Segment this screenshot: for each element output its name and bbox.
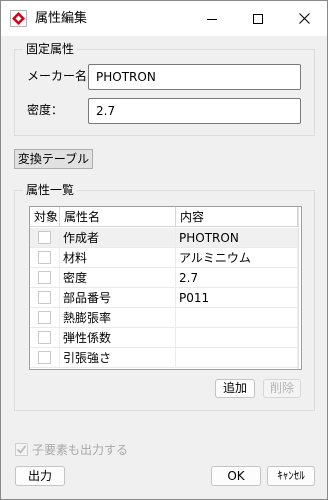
row-attribute-value[interactable]: PHOTRON bbox=[176, 228, 298, 248]
row-attribute-value[interactable] bbox=[176, 328, 298, 348]
minimize-icon bbox=[207, 18, 217, 20]
maximize-icon bbox=[253, 13, 263, 24]
row-checkbox[interactable] bbox=[38, 351, 51, 364]
row-attribute-name: 部品番号 bbox=[60, 288, 176, 308]
maker-name-field[interactable]: PHOTRON bbox=[88, 64, 301, 90]
row-attribute-value[interactable]: アルミニウム bbox=[176, 248, 298, 268]
convert-table-button[interactable]: 変換テーブル bbox=[14, 149, 93, 169]
row-attribute-name: 材料 bbox=[60, 248, 176, 268]
close-icon bbox=[298, 13, 310, 24]
row-attribute-value[interactable] bbox=[176, 308, 298, 328]
row-checkbox[interactable] bbox=[38, 291, 51, 304]
table-row[interactable]: 材料 アルミニウム bbox=[30, 248, 301, 268]
attribute-edit-dialog: 属性編集 固定属性 メーカー名： PHOTRON 密度： 2.7 変換テーブル … bbox=[0, 0, 328, 500]
row-attribute-name: 熱膨張率 bbox=[60, 308, 176, 328]
column-header-target[interactable]: 対象 bbox=[30, 207, 60, 227]
table-row[interactable]: 部品番号 P011 bbox=[30, 288, 301, 308]
row-attribute-value[interactable]: P011 bbox=[176, 288, 298, 308]
table-scrollbar-track[interactable] bbox=[298, 207, 301, 369]
window-title: 属性編集 bbox=[35, 11, 88, 26]
attribute-table: 対象 属性名 内容 作成者 PHOTRON 材料 アルミニウム 密度 2.7 部… bbox=[29, 206, 302, 370]
row-attribute-name: 密度 bbox=[60, 268, 176, 288]
title-bar[interactable]: 属性編集 bbox=[1, 1, 327, 36]
cancel-button[interactable]: ｷｬﾝｾﾙ bbox=[267, 466, 315, 486]
table-row[interactable]: 引張強さ bbox=[30, 348, 301, 368]
attribute-list-group-title: 属性一覧 bbox=[23, 182, 78, 198]
row-checkbox[interactable] bbox=[38, 271, 51, 284]
row-checkbox[interactable] bbox=[38, 231, 51, 244]
table-row[interactable]: 熱膨張率 bbox=[30, 308, 301, 328]
density-field[interactable]: 2.7 bbox=[88, 98, 301, 124]
table-header: 対象 属性名 内容 bbox=[30, 207, 301, 227]
row-attribute-name: 弾性係数 bbox=[60, 328, 176, 348]
add-button[interactable]: 追加 bbox=[215, 379, 255, 398]
row-attribute-name: 作成者 bbox=[60, 228, 176, 248]
row-attribute-value[interactable] bbox=[176, 348, 298, 368]
row-attribute-value[interactable]: 2.7 bbox=[176, 268, 298, 288]
row-check-cell bbox=[30, 308, 60, 328]
row-check-cell bbox=[30, 328, 60, 348]
output-children-checkbox[interactable] bbox=[15, 443, 28, 456]
row-checkbox[interactable] bbox=[38, 331, 51, 344]
column-header-attribute-name[interactable]: 属性名 bbox=[60, 207, 176, 227]
ok-button[interactable]: OK bbox=[211, 466, 261, 486]
row-check-cell bbox=[30, 348, 60, 368]
row-check-cell bbox=[30, 268, 60, 288]
row-checkbox[interactable] bbox=[38, 251, 51, 264]
output-button[interactable]: 出力 bbox=[15, 466, 65, 486]
table-row[interactable]: 密度 2.7 bbox=[30, 268, 301, 288]
delete-button[interactable]: 削除 bbox=[263, 379, 301, 398]
fixed-attributes-group-title: 固定属性 bbox=[23, 41, 78, 57]
table-row[interactable]: 作成者 PHOTRON bbox=[30, 228, 301, 248]
maximize-button[interactable] bbox=[235, 1, 281, 36]
checkmark-icon bbox=[16, 445, 27, 454]
row-attribute-name: 引張強さ bbox=[60, 348, 176, 368]
table-row[interactable]: 弾性係数 bbox=[30, 328, 301, 348]
row-checkbox[interactable] bbox=[38, 311, 51, 324]
column-header-content[interactable]: 内容 bbox=[176, 207, 298, 227]
row-check-cell bbox=[30, 228, 60, 248]
row-check-cell bbox=[30, 288, 60, 308]
close-button[interactable] bbox=[281, 1, 327, 36]
row-check-cell bbox=[30, 248, 60, 268]
output-children-label: 子要素も出力する bbox=[32, 443, 129, 457]
red-diamond-icon bbox=[10, 10, 27, 27]
minimize-button[interactable] bbox=[189, 1, 235, 36]
density-label: 密度： bbox=[27, 103, 64, 117]
